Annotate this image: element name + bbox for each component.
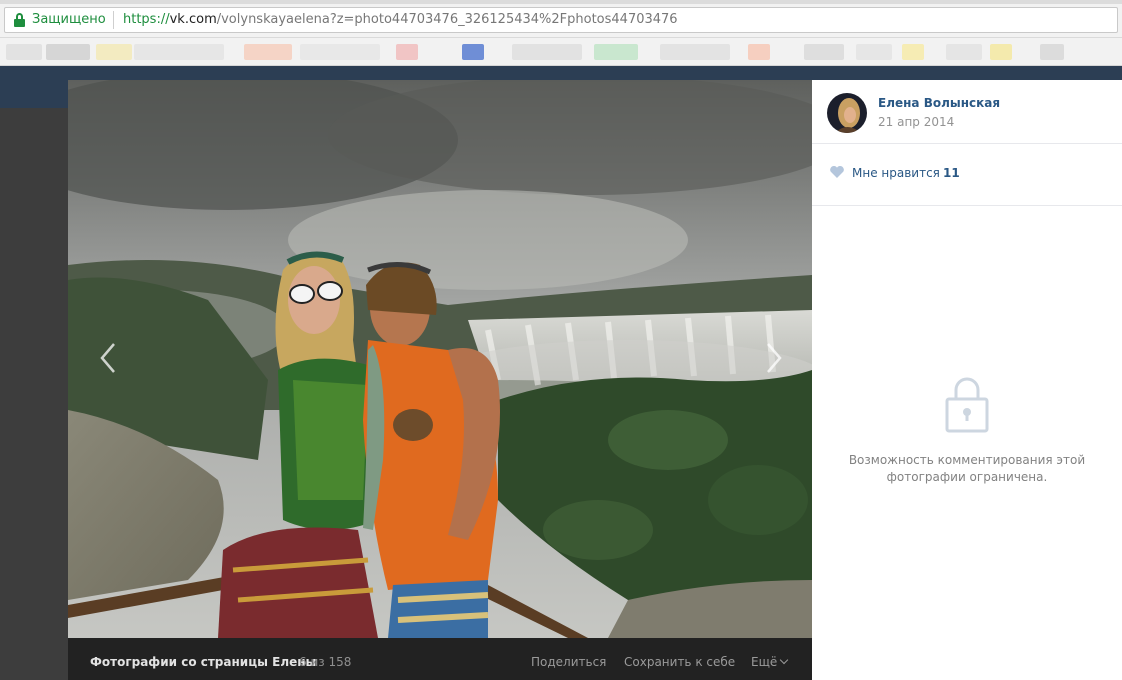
like-label: Мне нравится: [852, 166, 940, 180]
photo-footer: Фотографии со страницы Елены 6 из 158 По…: [68, 638, 812, 680]
bookmark-item[interactable]: [134, 44, 224, 60]
bookmark-item[interactable]: [594, 44, 638, 60]
bookmark-item[interactable]: [1040, 44, 1064, 60]
comments-restricted-text: Возможность комментирования этой фотогра…: [848, 453, 1086, 484]
like-count: 11: [943, 166, 960, 180]
bookmark-item[interactable]: [96, 44, 132, 60]
bookmark-item[interactable]: [244, 44, 292, 60]
url-field[interactable]: Защищено https://vk.com/volynskayaelena?…: [4, 7, 1118, 33]
avatar[interactable]: [827, 93, 867, 133]
bookmark-item[interactable]: [946, 44, 982, 60]
url-separator: [113, 11, 114, 29]
divider: [812, 143, 1122, 144]
photo-counter: 6 из 158: [299, 655, 352, 669]
bookmark-item[interactable]: [512, 44, 582, 60]
bookmark-item[interactable]: [660, 44, 730, 60]
chevron-left-icon[interactable]: [94, 338, 124, 378]
heart-icon: [830, 165, 844, 178]
bookmark-item[interactable]: [46, 44, 90, 60]
post-date[interactable]: 21 апр 2014: [878, 115, 954, 129]
bookmark-item[interactable]: [804, 44, 844, 60]
secure-label: Защищено: [32, 12, 106, 27]
chevron-right-icon[interactable]: [758, 338, 788, 378]
photo[interactable]: [68, 80, 812, 638]
url-text[interactable]: https://vk.com/volynskayaelena?z=photo44…: [123, 12, 678, 27]
bookmark-item[interactable]: [396, 44, 418, 60]
bookmark-item[interactable]: [902, 44, 924, 60]
browser-tab-strip: [0, 0, 1122, 4]
more-button[interactable]: Ещё: [751, 655, 789, 669]
album-title[interactable]: Фотографии со страницы Елены: [90, 655, 316, 669]
photo-sidebar: Елена Волынская 21 апр 2014 Мне нравится…: [812, 80, 1122, 680]
share-button[interactable]: Поделиться: [531, 655, 606, 669]
lock-icon: [14, 13, 25, 27]
more-label: Ещё: [751, 655, 778, 669]
bookmark-item[interactable]: [300, 44, 380, 60]
bookmark-item[interactable]: [6, 44, 42, 60]
bookmarks-bar: [0, 38, 1122, 66]
bookmark-item[interactable]: [990, 44, 1012, 60]
author-name[interactable]: Елена Волынская: [878, 96, 1000, 110]
bookmark-item[interactable]: [748, 44, 770, 60]
page-backdrop-left: [0, 108, 68, 680]
lock-icon: [945, 377, 989, 433]
photo-image: [68, 80, 812, 638]
bookmark-item[interactable]: [462, 44, 484, 60]
browser-address-bar: Защищено https://vk.com/volynskayaelena?…: [0, 0, 1122, 38]
bookmark-item[interactable]: [856, 44, 892, 60]
save-to-album-button[interactable]: Сохранить к себе: [624, 655, 735, 669]
divider: [812, 205, 1122, 206]
photo-viewer: Фотографии со страницы Елены 6 из 158 По…: [68, 80, 1122, 680]
chevron-down-icon: [780, 655, 789, 665]
